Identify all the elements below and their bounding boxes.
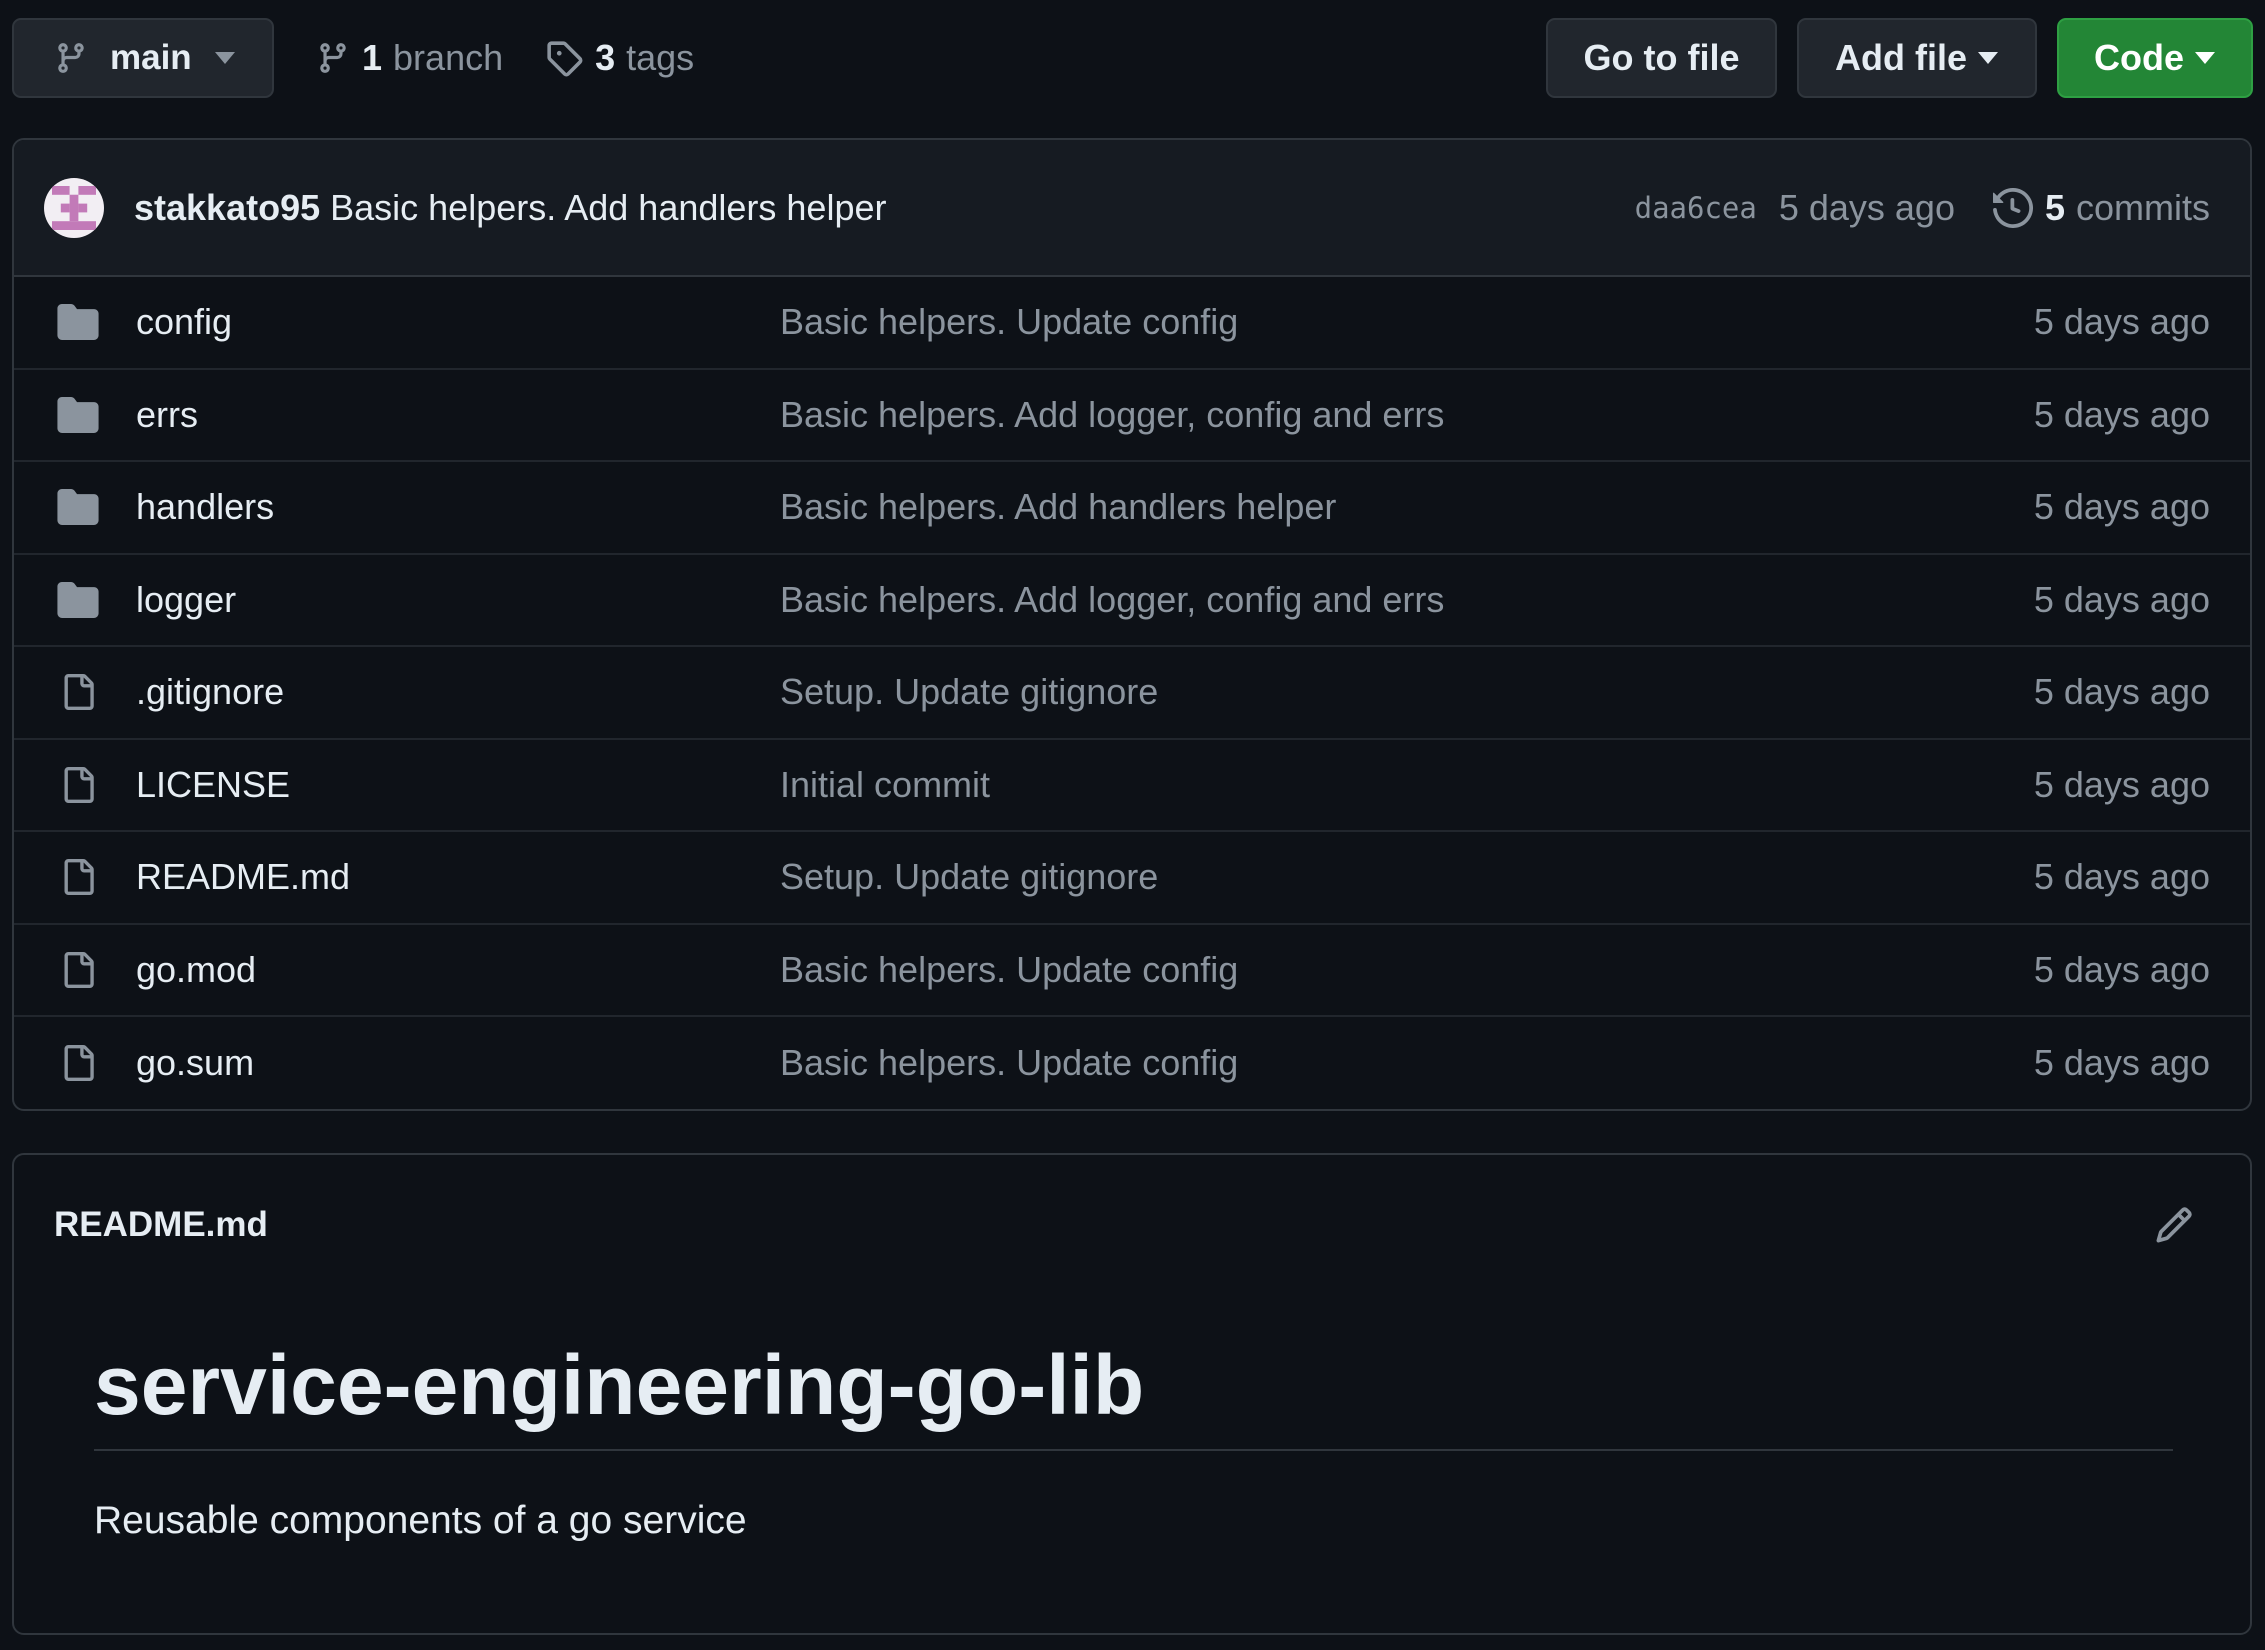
commit-age: 5 days ago (1778, 186, 1955, 228)
branch-selector[interactable]: main (12, 18, 274, 98)
tag-count: 3 (595, 37, 616, 78)
commits-history-link[interactable]: 5 commits (1992, 186, 2210, 229)
file-commit-age: 5 days ago (2033, 1042, 2210, 1084)
commit-sha-link[interactable]: daa6cea (1635, 191, 1757, 225)
branch-label: branch (393, 37, 504, 78)
go-to-file-button[interactable]: Go to file (1546, 18, 1777, 98)
file-browser: stakkato95 Basic helpers. Add handlers h… (12, 138, 2252, 1111)
file-name-link[interactable]: errs (136, 394, 780, 436)
file-name-link[interactable]: README.md (136, 856, 780, 898)
file-commit-age: 5 days ago (2033, 763, 2210, 805)
file-row[interactable]: README.md Setup. Update gitignore 5 days a… (14, 832, 2250, 925)
file-row[interactable]: .gitignore Setup. Update gitignore 5 days … (14, 647, 2250, 740)
repo-toolbar: main 1 branch 3 tags Go to file Add file… (12, 18, 2253, 98)
file-row[interactable]: go.mod Basic helpers. Update config 5 days… (14, 925, 2250, 1017)
folder-icon (54, 489, 102, 526)
readme-filename-link[interactable]: README.md (54, 1205, 2154, 1245)
file-commit-age: 5 days ago (2033, 948, 2210, 990)
chevron-down-icon (2194, 52, 2216, 64)
file-icon (54, 671, 102, 713)
file-commit-age: 5 days ago (2033, 301, 2210, 343)
branch-count: 1 (362, 37, 383, 78)
history-icon (1992, 187, 2033, 228)
commit-author-link[interactable]: stakkato95 (134, 187, 320, 229)
readme-description: Reusable components of a go service (94, 1499, 747, 1543)
readme-content: service-engineering-go-lib Reusable comp… (14, 1295, 2250, 1543)
file-row[interactable]: handlers Basic helpers. Add handlers help… (14, 462, 2250, 555)
tag-icon (545, 39, 583, 77)
file-commit-message-link[interactable]: Basic helpers. Add handlers helper (780, 486, 2034, 528)
file-commit-message-link[interactable]: Basic helpers. Update config (780, 1042, 2034, 1084)
file-name-link[interactable]: config (136, 301, 780, 343)
commit-label: commits (2076, 186, 2210, 228)
file-commit-age: 5 days ago (2033, 486, 2210, 528)
code-label: Code (2094, 37, 2184, 78)
file-row[interactable]: config Basic helpers. Update config 5 days… (14, 277, 2250, 370)
file-row[interactable]: go.sum Basic helpers. Update config 5 days… (14, 1017, 2250, 1109)
file-name-link[interactable]: go.mod (136, 949, 780, 991)
commit-message-link[interactable]: Basic helpers. Add handlers helper (330, 187, 886, 229)
readme-heading: service-engineering-go-lib (94, 1295, 2173, 1452)
chevron-down-icon (1977, 52, 1999, 64)
file-list: config Basic helpers. Update config 5 days… (14, 277, 2250, 1109)
file-commit-age: 5 days ago (2033, 393, 2210, 435)
file-commit-message-link[interactable]: Setup. Update gitignore (780, 671, 2034, 713)
git-branch-icon (54, 39, 88, 77)
file-icon (54, 949, 102, 991)
file-commit-age: 5 days ago (2033, 856, 2210, 898)
file-row[interactable]: logger Basic helpers. Add logger, config … (14, 555, 2250, 647)
file-name-link[interactable]: .gitignore (136, 671, 780, 713)
file-commit-message-link[interactable]: Basic helpers. Add logger, config and er… (780, 394, 2034, 436)
file-commit-message-link[interactable]: Basic helpers. Add logger, config and er… (780, 579, 2034, 621)
file-commit-age: 5 days ago (2033, 578, 2210, 620)
file-commit-message-link[interactable]: Basic helpers. Update config (780, 301, 2034, 343)
commit-count: 5 (2044, 186, 2065, 228)
avatar[interactable] (44, 177, 104, 238)
file-name-link[interactable]: logger (136, 579, 780, 621)
file-commit-age: 5 days ago (2033, 671, 2210, 713)
file-icon (54, 764, 102, 806)
add-file-label: Add file (1835, 37, 1967, 78)
git-branch-icon (316, 39, 350, 77)
tags-link[interactable]: 3 tags (545, 37, 694, 79)
file-icon (54, 1042, 102, 1084)
file-row[interactable]: LICENSE Initial commit 5 days ago (14, 740, 2250, 832)
readme-header: README.md (14, 1155, 2250, 1295)
folder-icon (54, 581, 102, 618)
folder-icon (54, 304, 102, 341)
file-commit-message-link[interactable]: Setup. Update gitignore (780, 856, 2034, 898)
readme-panel: README.md service-engineering-go-lib Reu… (12, 1153, 2252, 1635)
file-name-link[interactable]: go.sum (136, 1042, 780, 1084)
tag-label: tags (626, 37, 695, 78)
latest-commit-bar: stakkato95 Basic helpers. Add handlers h… (14, 140, 2250, 277)
branch-name: main (110, 38, 192, 77)
pencil-icon[interactable] (2154, 1205, 2194, 1245)
code-button[interactable]: Code (2057, 18, 2253, 98)
file-name-link[interactable]: LICENSE (136, 764, 780, 806)
folder-icon (54, 396, 102, 433)
file-name-link[interactable]: handlers (136, 486, 780, 528)
file-commit-message-link[interactable]: Initial commit (780, 764, 2034, 806)
file-icon (54, 856, 102, 898)
add-file-button[interactable]: Add file (1797, 18, 2037, 98)
branches-link[interactable]: 1 branch (316, 37, 503, 79)
file-commit-message-link[interactable]: Basic helpers. Update config (780, 949, 2034, 991)
chevron-down-icon (214, 52, 236, 64)
file-row[interactable]: errs Basic helpers. Add logger, config an… (14, 370, 2250, 462)
